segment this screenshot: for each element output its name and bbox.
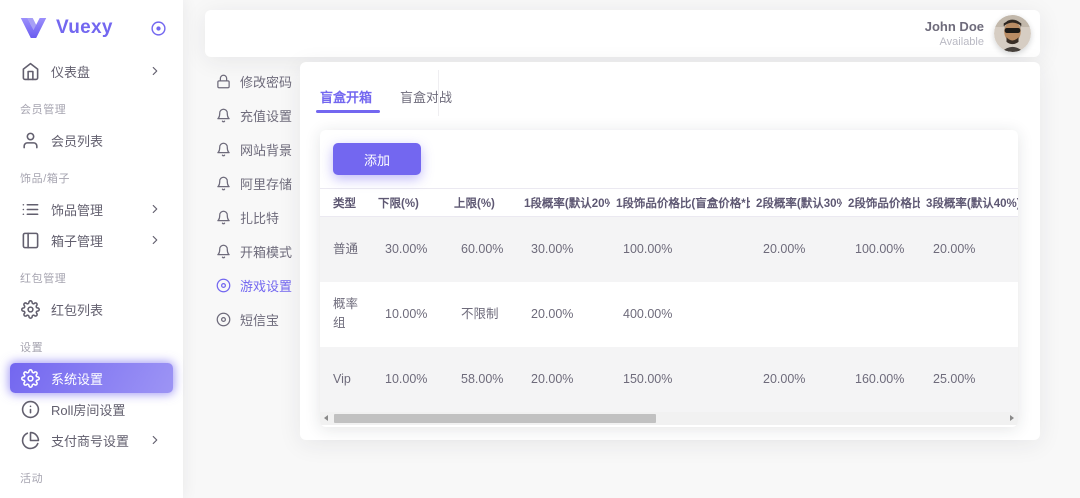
chevron-right-icon bbox=[148, 233, 162, 247]
table-header-row: 类型 下限(%) 上限(%) 1段概率(默认20%) 1段饰品价格比(盲盒价格*… bbox=[320, 189, 1018, 217]
gear-icon bbox=[21, 369, 40, 388]
submenu-item-zhabite[interactable]: 扎比特 bbox=[216, 200, 300, 234]
submenu-item-site-background[interactable]: 网站背景 bbox=[216, 132, 300, 166]
rates-table: 类型 下限(%) 上限(%) 1段概率(默认20%) 1段饰品价格比(盲盒价格*… bbox=[320, 188, 1018, 412]
col-header-seg1-probability: 1段概率(默认20%) bbox=[518, 189, 610, 217]
submenu-item-sms-treasure[interactable]: 短信宝 bbox=[216, 302, 300, 336]
gear-icon bbox=[21, 300, 40, 319]
lock-icon bbox=[216, 74, 231, 89]
sidebar-item-dashboard[interactable]: 仪表盘 bbox=[10, 56, 173, 86]
sidebar-item-redpacket-list[interactable]: 红包列表 bbox=[10, 294, 173, 324]
sidebar: Vuexy 仪表盘 会员管理 会员列表 饰品/箱子 饰品管理 bbox=[0, 0, 183, 498]
cell-type: 概率组 bbox=[320, 282, 372, 347]
cell-type: 普通 bbox=[320, 217, 372, 282]
col-header-type: 类型 bbox=[320, 189, 372, 217]
sidebar-item-system-settings[interactable]: 系统设置 bbox=[10, 363, 173, 393]
sidebar-section-activity: 活动 bbox=[0, 456, 183, 494]
sidebar-item-box-management[interactable]: 箱子管理 bbox=[10, 225, 173, 255]
sidebar-item-member-list[interactable]: 会员列表 bbox=[10, 125, 173, 155]
avatar[interactable] bbox=[994, 15, 1031, 52]
horizontal-scrollbar[interactable] bbox=[320, 412, 1018, 425]
content-card: 盲盒开箱 盲盒对战 添加 类型 下限(%) 上限(%) 1段概率(默认20%) bbox=[300, 62, 1040, 440]
menu-pin-toggle-icon[interactable] bbox=[150, 20, 167, 37]
chevron-right-icon bbox=[148, 64, 162, 78]
sidebar-item-roll-room-settings[interactable]: Roll房间设置 bbox=[10, 394, 173, 424]
sidebar-item-payment-merchant-settings[interactable]: 支付商号设置 bbox=[10, 425, 173, 455]
col-header-seg3-probability: 3段概率(默认40%) bbox=[920, 189, 1018, 217]
col-header-seg2-price-ratio: 2段饰品价格比 bbox=[842, 189, 920, 217]
submenu-item-game-settings[interactable]: 游戏设置 bbox=[216, 268, 300, 302]
sidebar-section-redpacket: 红包管理 bbox=[0, 256, 183, 294]
table-scroll-viewport: 类型 下限(%) 上限(%) 1段概率(默认20%) 1段饰品价格比(盲盒价格*… bbox=[320, 188, 1018, 412]
vuexy-logo-icon bbox=[20, 17, 47, 39]
sidebar-section-settings: 设置 bbox=[0, 325, 183, 363]
col-header-upper-limit: 上限(%) bbox=[448, 189, 518, 217]
disc-icon bbox=[216, 312, 231, 327]
submenu-item-recharge-settings[interactable]: 充值设置 bbox=[216, 98, 300, 132]
col-header-lower-limit: 下限(%) bbox=[372, 189, 448, 217]
bell-icon bbox=[216, 108, 231, 123]
bell-icon bbox=[216, 210, 231, 225]
bell-icon bbox=[216, 176, 231, 191]
sidebar-section-members: 会员管理 bbox=[0, 87, 183, 125]
table-row: 概率组 10.00% 不限制 20.00% 400.00% bbox=[320, 282, 1018, 347]
chevron-right-icon bbox=[148, 202, 162, 216]
brand-logo[interactable]: Vuexy bbox=[0, 0, 183, 56]
bell-icon bbox=[216, 244, 231, 259]
tab-bar: 盲盒开箱 盲盒对战 bbox=[300, 62, 1040, 117]
add-button[interactable]: 添加 bbox=[333, 143, 421, 175]
settings-submenu: 修改密码 充值设置 网站背景 阿里存储 扎比特 开箱模式 游戏设置 bbox=[216, 64, 300, 336]
game-settings-panel: 添加 类型 下限(%) 上限(%) 1段概率(默认20%) 1段饰品价格比(盲盒… bbox=[320, 130, 1018, 427]
sidebar-section-items-boxes: 饰品/箱子 bbox=[0, 156, 183, 194]
user-status: Available bbox=[925, 36, 984, 48]
scrollbar-thumb[interactable] bbox=[334, 414, 656, 423]
user-dropdown[interactable]: John Doe Available bbox=[925, 19, 984, 48]
info-icon bbox=[21, 400, 40, 419]
active-tab-underline bbox=[316, 110, 380, 113]
scrollbar-right-arrow-icon[interactable] bbox=[1005, 412, 1018, 425]
box-icon bbox=[21, 231, 40, 250]
col-header-seg1-price-ratio: 1段饰品价格比(盲盒价格*比例) bbox=[610, 189, 750, 217]
chevron-right-icon bbox=[148, 433, 162, 447]
tab-blindbox-unboxing[interactable]: 盲盒开箱 bbox=[320, 87, 372, 106]
submenu-item-change-password[interactable]: 修改密码 bbox=[216, 64, 300, 98]
col-header-seg2-probability: 2段概率(默认30%) bbox=[750, 189, 842, 217]
submenu-item-ali-storage[interactable]: 阿里存储 bbox=[216, 166, 300, 200]
submenu-item-unboxing-mode[interactable]: 开箱模式 bbox=[216, 234, 300, 268]
bell-icon bbox=[216, 142, 231, 157]
pie-chart-icon bbox=[21, 431, 40, 450]
scrollbar-left-arrow-icon[interactable] bbox=[320, 412, 333, 425]
table-row: 普通 30.00% 60.00% 30.00% 100.00% 20.00% 1… bbox=[320, 217, 1018, 282]
cell-type: Vip bbox=[320, 347, 372, 412]
home-icon bbox=[21, 62, 40, 81]
brand-name: Vuexy bbox=[56, 17, 150, 39]
toolbar: 添加 bbox=[320, 130, 1018, 188]
table-row: Vip 10.00% 58.00% 20.00% 150.00% 20.00% … bbox=[320, 347, 1018, 412]
sidebar-item-ornament-management[interactable]: 饰品管理 bbox=[10, 194, 173, 224]
top-navbar: John Doe Available bbox=[205, 10, 1040, 57]
list-icon bbox=[21, 200, 40, 219]
user-name: John Doe bbox=[925, 19, 984, 34]
disc-icon bbox=[216, 278, 231, 293]
tab-blindbox-battle[interactable]: 盲盒对战 bbox=[400, 87, 452, 106]
tabs-divider bbox=[438, 70, 439, 116]
user-icon bbox=[21, 131, 40, 150]
